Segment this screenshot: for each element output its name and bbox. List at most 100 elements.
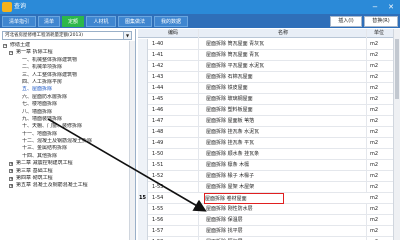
tree-item[interactable]: 四、人工拆除平房: [0, 79, 134, 86]
header-code[interactable]: 编码: [148, 29, 198, 38]
expand-icon[interactable]: +: [9, 169, 13, 174]
table-row[interactable]: 1-40 屋面拆除 筒瓦屋面 青灰瓦 m2: [138, 39, 400, 50]
table-row[interactable]: 1-49 屋面拆除 挂瓦条 平瓦 m2: [138, 138, 400, 149]
tree-item[interactable]: 十三、金属结构拆除: [0, 145, 134, 152]
tree-item[interactable]: 八、墙面拆除: [0, 109, 134, 116]
tree-item[interactable]: 十一、地面拆除: [0, 131, 134, 138]
row-index: [138, 160, 148, 171]
quota-unit: m2: [370, 74, 379, 80]
app-icon: [2, 2, 12, 12]
row-index: [138, 149, 148, 160]
table-row[interactable]: 1-55 屋面拆除 刚性防水层 m2: [138, 204, 400, 215]
tree-item[interactable]: 三、人工整体拆除建筑物: [0, 72, 134, 79]
quota-tree-panel: 河北省房屋修缮工程消耗量定额(2013) ▼ − 修缮土建 − 第一章 拆除工程 一、机…: [0, 29, 136, 240]
tree-item[interactable]: − 第一章 拆除工程: [0, 49, 134, 56]
quota-unit: m2: [370, 173, 379, 179]
scrollbar-thumb[interactable]: [395, 39, 399, 99]
insert-button[interactable]: 插入(I): [330, 16, 362, 27]
table-row[interactable]: 1-52 屋面拆除 椽子 木椽子 m2: [138, 171, 400, 182]
tree-item[interactable]: 一、机械整体拆除建筑物: [0, 57, 134, 64]
tree-item[interactable]: 十、天棚、门窗、装修拆除: [0, 123, 134, 130]
replace-button[interactable]: 替换(R): [364, 16, 398, 27]
quota-name: 屋面拆除 石棉瓦屋面: [206, 74, 253, 80]
tree-item[interactable]: + 第三章 基础工程: [0, 168, 134, 175]
quota-name: 屋面拆除 保温层: [206, 217, 243, 223]
row-index: [138, 171, 148, 182]
quota-code: 1-42: [152, 63, 164, 69]
row-index: [138, 182, 148, 193]
tree-item-label: 第一章 拆除工程: [16, 49, 53, 56]
table-row[interactable]: 1-56 屋面拆除 保温层 m2: [138, 215, 400, 226]
table-row[interactable]: 1-57 屋面拆除 找平层 m2: [138, 226, 400, 237]
quota-code: 1-49: [152, 140, 164, 146]
grid-scrollbar[interactable]: [393, 29, 400, 240]
quota-code: 1-54: [152, 195, 164, 201]
quota-library-select[interactable]: 河北省房屋修缮工程消耗量定额(2013) ▼: [2, 31, 132, 40]
table-row[interactable]: 1-47 屋面拆除 屋面板 苇箔 m2: [138, 116, 400, 127]
tree-item[interactable]: + 第五章 混凝土及钢筋混凝土工程: [0, 182, 134, 189]
collapse-icon[interactable]: −: [3, 43, 7, 48]
chevron-down-icon[interactable]: ▼: [123, 32, 131, 39]
quota-unit: m2: [370, 63, 379, 69]
tree-item-label: 一、机械整体拆除建筑物: [22, 56, 78, 63]
tree-item[interactable]: + 第二章 减震控制建筑工程: [0, 160, 134, 167]
header-unit[interactable]: 单位: [366, 29, 392, 38]
quota-code: 1-56: [152, 217, 164, 223]
table-row[interactable]: 1-51 屋面拆除 檩条 木檩 m2: [138, 160, 400, 171]
tab-labor-material-machine[interactable]: 人材机: [86, 16, 116, 27]
quota-name: 屋面拆除 椽子 木椽子: [206, 173, 255, 179]
tree-item-label: 二、机械单项拆除: [22, 64, 63, 71]
tab-my-data[interactable]: 我的数据: [154, 16, 188, 27]
quota-name: 屋面拆除 刚性防水层: [206, 206, 253, 212]
tree-scrollbar[interactable]: [129, 41, 135, 240]
tree-item[interactable]: 七、楼地面拆除: [0, 101, 134, 108]
expand-icon[interactable]: +: [9, 183, 13, 188]
quota-unit: m2: [370, 228, 379, 234]
tab-quota[interactable]: 定额: [62, 16, 84, 27]
table-row[interactable]: 1-43 屋面拆除 石棉瓦屋面 m2: [138, 72, 400, 83]
table-row[interactable]: 1-41 屋面拆除 筒瓦屋面 青瓦 m2: [138, 50, 400, 61]
collapse-icon[interactable]: −: [9, 50, 13, 55]
table-row[interactable]: 1-53 屋面拆除 屋架 木屋架 m2: [138, 182, 400, 193]
table-row[interactable]: 1-44 屋面拆除 铁皮屋面 m2: [138, 83, 400, 94]
row-index: [138, 226, 148, 237]
header-name[interactable]: 名称: [200, 29, 366, 38]
tree-item-label: 六、屋面防水層拆除: [22, 93, 68, 100]
quota-code: 1-52: [152, 173, 164, 179]
tab-atlas-method[interactable]: 图集做法: [118, 16, 152, 27]
tab-bill-guide[interactable]: 清单指引: [2, 16, 36, 27]
expand-icon[interactable]: +: [9, 161, 13, 166]
quota-code: 1-57: [152, 228, 164, 234]
row-index: [138, 127, 148, 138]
tree-item[interactable]: 九、墙面装饰拆除: [0, 116, 134, 123]
tab-bill[interactable]: 清单: [38, 16, 60, 27]
table-row[interactable]: 1-46 屋面拆除 塑料板屋面 m2: [138, 105, 400, 116]
minimize-button[interactable]: −: [368, 1, 382, 13]
tree-item[interactable]: + 第四章 砌筑工程: [0, 175, 134, 182]
tree-item[interactable]: − 修缮土建: [0, 42, 134, 49]
close-button[interactable]: ✕: [384, 1, 398, 13]
table-row[interactable]: 15 1-54 屋面拆除 卷材屋面 m2: [138, 193, 400, 204]
tree-item[interactable]: 六、屋面防水層拆除: [0, 94, 134, 101]
row-index: [138, 39, 148, 50]
tree-item-label: 四、人工拆除平房: [22, 78, 63, 85]
quota-name: 屋面拆除 顺水条 挂瓦条: [206, 151, 260, 157]
tree-item[interactable]: 十二、混凝土及钢筋混凝土拆除: [0, 138, 134, 145]
quota-unit: m2: [370, 151, 379, 157]
tree-item-label: 十四、其他拆除: [22, 152, 58, 159]
tree-item[interactable]: 十四、其他拆除: [0, 153, 134, 160]
quota-name: 屋面拆除 挂瓦条 水泥瓦: [206, 129, 260, 135]
table-row[interactable]: 1-50 屋面拆除 顺水条 挂瓦条 m2: [138, 149, 400, 160]
quota-unit: m2: [370, 195, 379, 201]
table-row[interactable]: 1-42 屋面拆除 平瓦屋面 水泥瓦 m2: [138, 61, 400, 72]
quota-unit: m2: [370, 162, 379, 168]
tree-item-label: 第三章 基础工程: [16, 167, 53, 174]
row-index: [138, 116, 148, 127]
expand-icon[interactable]: +: [9, 176, 13, 181]
table-row[interactable]: 1-48 屋面拆除 挂瓦条 水泥瓦 m2: [138, 127, 400, 138]
tree-item[interactable]: 二、机械单项拆除: [0, 64, 134, 71]
row-index: [138, 72, 148, 83]
quota-unit: m2: [370, 41, 379, 47]
table-row[interactable]: 1-45 屋面拆除 玻璃钢屋面 m2: [138, 94, 400, 105]
tree-item[interactable]: 五、屋面拆除: [0, 86, 134, 93]
